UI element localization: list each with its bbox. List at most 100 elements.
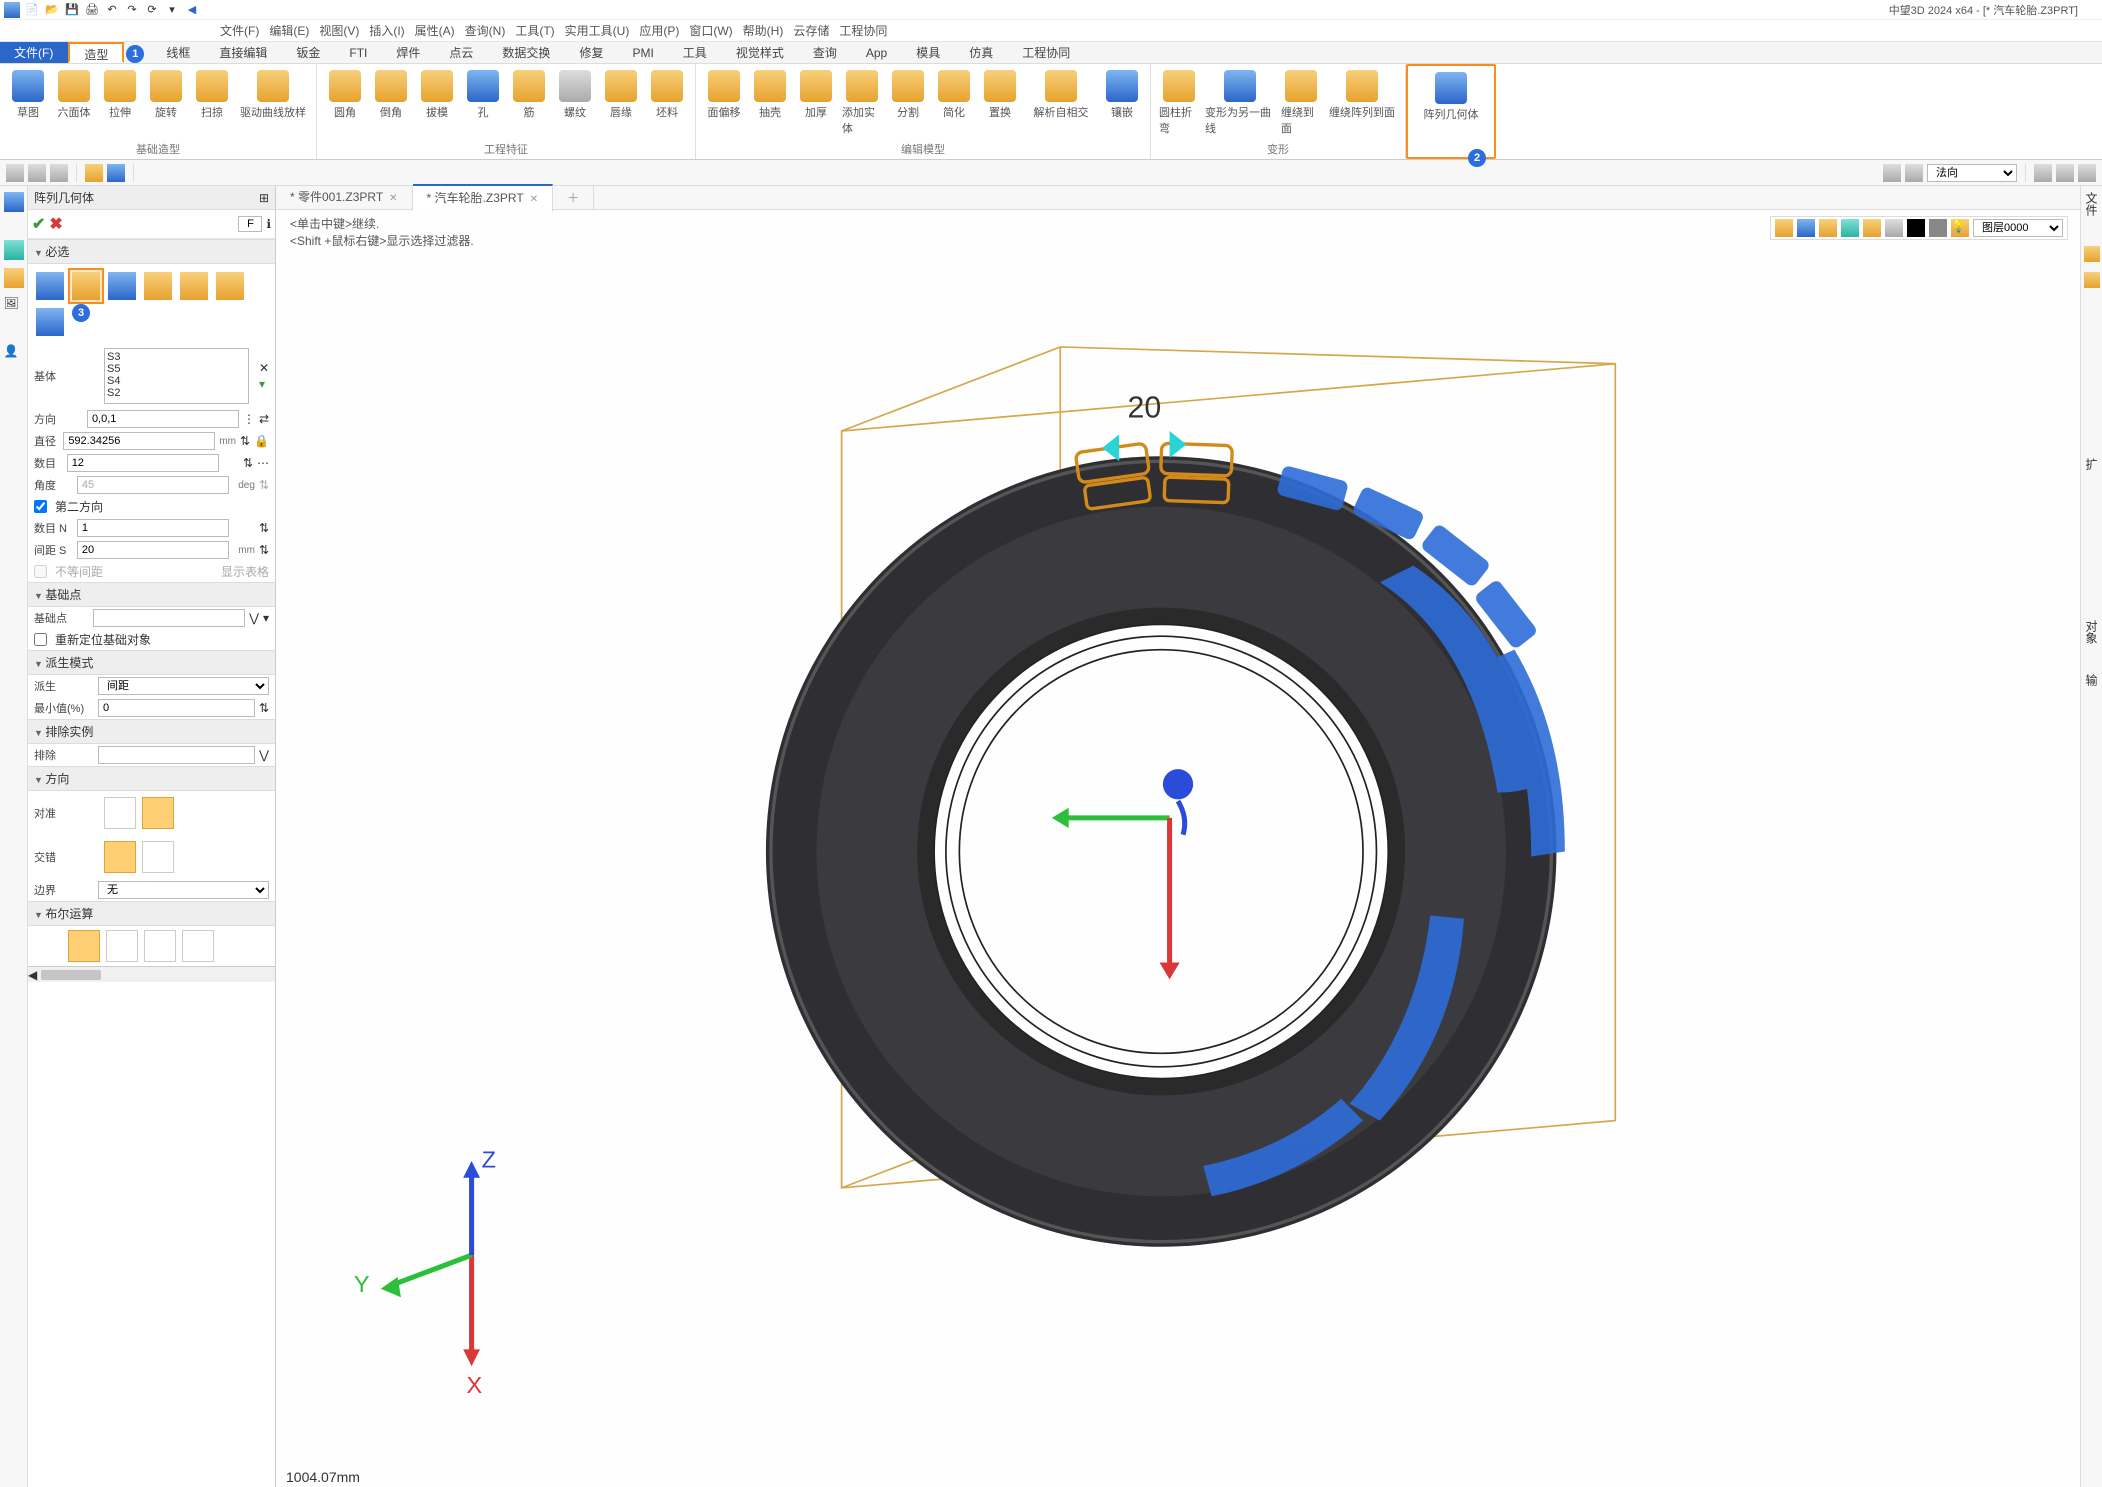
diameter-input[interactable] (63, 432, 215, 450)
expand-icon[interactable]: ⋁ (249, 611, 259, 625)
qicon[interactable] (107, 164, 125, 182)
save-icon[interactable]: 💾 (64, 2, 80, 18)
list-item[interactable]: S5 (107, 363, 246, 375)
btn-chamfer[interactable]: 倒角 (371, 68, 411, 139)
direction-input[interactable] (87, 410, 239, 428)
base-pt-input[interactable] (93, 609, 245, 627)
btn-sweep[interactable]: 扫掠 (192, 68, 232, 139)
menu-app[interactable]: 应用(P) (639, 22, 679, 39)
qicon[interactable] (1883, 164, 1901, 182)
back-icon[interactable]: ◀ (184, 2, 200, 18)
ribbon-tab[interactable]: 点云 (435, 42, 488, 63)
menu-tool[interactable]: 工具(T) (515, 22, 554, 39)
btn-fillet[interactable]: 圆角 (325, 68, 365, 139)
bulb-icon[interactable]: 💡 (1951, 219, 1969, 237)
spinner-icon[interactable]: ⇅ (259, 521, 269, 535)
combo-normal[interactable]: 法向 (1927, 164, 2017, 182)
expand-icon[interactable]: ⋁ (259, 748, 269, 762)
right-tab[interactable]: 输 (2083, 674, 2100, 686)
qicon[interactable] (6, 164, 24, 182)
ribbon-tab[interactable]: 视觉样式 (722, 42, 799, 63)
btn-replace[interactable]: 置换 (980, 68, 1020, 139)
menu-query[interactable]: 查询(N) (465, 22, 506, 39)
color-swatch[interactable] (1907, 219, 1925, 237)
btn-wrap[interactable]: 缠绕到面 (1281, 68, 1321, 139)
menu-util[interactable]: 实用工具(U) (565, 22, 630, 39)
btn-thicken[interactable]: 加厚 (796, 68, 836, 139)
viewport-3d[interactable]: 20 X Y Z (286, 246, 2070, 1457)
menu-window[interactable]: 窗口(W) (689, 22, 732, 39)
refresh-icon[interactable]: ⟳ (144, 2, 160, 18)
bool-opt-2[interactable] (106, 930, 138, 962)
panel-hscroll[interactable]: ◀ (28, 966, 275, 982)
align-opt-2[interactable] (142, 797, 174, 829)
menu-collab[interactable]: 工程协同 (839, 22, 887, 39)
pick-icon[interactable]: ▾ (263, 611, 269, 625)
btn-draft[interactable]: 拔模 (417, 68, 457, 139)
ribbon-tab[interactable]: 线框 (152, 42, 205, 63)
menu-insert[interactable]: 插入(I) (369, 22, 404, 39)
ribbon-tab[interactable]: 直接编辑 (205, 42, 282, 63)
menu-view[interactable]: 视图(V) (319, 22, 359, 39)
type-face[interactable] (176, 268, 212, 304)
new-tab-button[interactable]: ＋ (553, 186, 594, 210)
spacing-s-input[interactable] (77, 541, 229, 559)
close-icon[interactable]: ✕ (389, 193, 397, 204)
qicon[interactable] (2056, 164, 2074, 182)
menu-help[interactable]: 帮助(H) (743, 22, 784, 39)
ribbon-tab[interactable]: FTI (335, 42, 382, 63)
btn-stock[interactable]: 坯料 (647, 68, 687, 139)
clear-icon[interactable]: ✕ (259, 361, 269, 375)
ribbon-tab[interactable]: App (852, 42, 902, 63)
exclude-input[interactable] (98, 746, 255, 764)
btn-emboss[interactable]: 镶嵌 (1102, 68, 1142, 139)
doc-tab-2[interactable]: * 汽车轮胎.Z3PRT✕ (413, 184, 554, 212)
btn-sketch[interactable]: 草图 (8, 68, 48, 139)
btn-split[interactable]: 分割 (888, 68, 928, 139)
stagger-opt-2[interactable] (142, 841, 174, 873)
ribbon-tab-file[interactable]: 文件(F) (0, 42, 68, 63)
right-tab[interactable]: 扩 (2083, 458, 2100, 470)
spinner-icon[interactable]: ⇅ (243, 456, 253, 470)
flip-icon[interactable]: ⇄ (259, 412, 269, 426)
cube-icon[interactable] (4, 268, 24, 288)
section-base-pt[interactable]: 基础点 (28, 582, 275, 607)
ribbon-tab[interactable]: PMI (618, 42, 668, 63)
ribbon-tab[interactable]: 仿真 (955, 42, 1008, 63)
btn-wrap-pattern[interactable]: 缠绕阵列到面 (1327, 68, 1397, 139)
btn-lip[interactable]: 唇缘 (601, 68, 641, 139)
menu-file[interactable]: 文件(F) (220, 22, 259, 39)
section-required[interactable]: 必选 (28, 239, 275, 264)
btn-revolve[interactable]: 旋转 (146, 68, 186, 139)
spinner-icon[interactable]: ⇅ (240, 434, 250, 448)
open-icon[interactable]: 📂 (44, 2, 60, 18)
ribbon-tab[interactable]: 焊件 (382, 42, 435, 63)
ribbon-tab[interactable]: 查询 (799, 42, 852, 63)
dropdown-icon[interactable]: ▾ (164, 2, 180, 18)
ribbon-tab-shape[interactable]: 造型 1 (68, 42, 124, 63)
qicon[interactable] (2078, 164, 2096, 182)
count-input[interactable] (67, 454, 219, 472)
btn-shell[interactable]: 抽壳 (750, 68, 790, 139)
layer-combo[interactable]: 图层0000 (1973, 219, 2063, 237)
right-tab[interactable]: 文件 (2083, 192, 2100, 216)
section-derive[interactable]: 派生模式 (28, 650, 275, 675)
type-circular[interactable] (68, 268, 104, 304)
help-icon[interactable]: ℹ (266, 217, 271, 231)
type-curve[interactable] (140, 268, 176, 304)
list-item[interactable]: S2 (107, 387, 246, 399)
more-icon[interactable]: ⋯ (257, 456, 269, 470)
btn-add-body[interactable]: 添加实体 (842, 68, 882, 139)
menu-cloud[interactable]: 云存储 (793, 22, 829, 39)
btn-hex[interactable]: 六面体 (54, 68, 94, 139)
right-tab[interactable]: 对象 (2083, 620, 2100, 644)
picture-icon[interactable]: 🖼 (4, 296, 24, 316)
btn-rib[interactable]: 筋 (509, 68, 549, 139)
btn-hole[interactable]: 孔 (463, 68, 503, 139)
ok-icon[interactable]: ✔ (32, 214, 45, 234)
bool-opt-4[interactable] (182, 930, 214, 962)
cicon[interactable] (1863, 219, 1881, 237)
pick-icon[interactable]: ⋮ (243, 412, 255, 426)
bool-opt-1[interactable] (68, 930, 100, 962)
btn-pattern-geom[interactable]: 阵列几何体 (1416, 70, 1486, 157)
